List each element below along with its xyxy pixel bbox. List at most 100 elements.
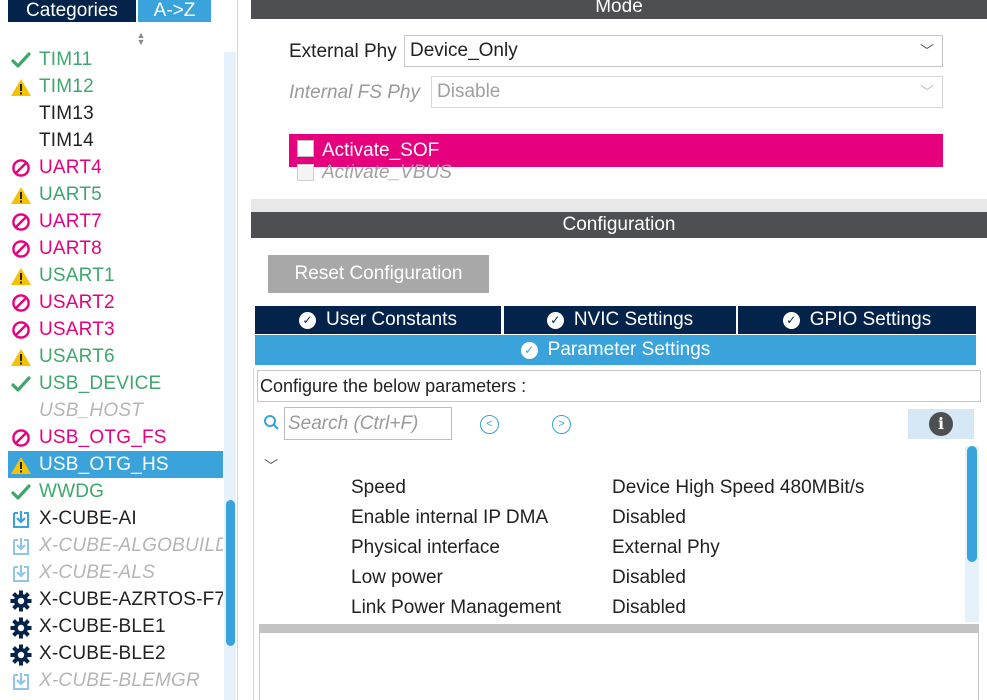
tree-item[interactable]: USB_OTG_HS bbox=[8, 451, 223, 478]
gear-icon bbox=[10, 590, 32, 612]
disabled-icon bbox=[10, 212, 32, 232]
warning-icon bbox=[10, 77, 32, 97]
chevron-down-icon: ﹀ bbox=[920, 84, 934, 100]
tree-item-label: UART4 bbox=[39, 157, 102, 178]
check-circle-icon: ✓ bbox=[520, 342, 538, 359]
tree-item-label: TIM13 bbox=[39, 103, 94, 124]
tree-item[interactable]: USB_HOST bbox=[8, 397, 223, 424]
parameter-value[interactable]: Disabled bbox=[612, 597, 686, 619]
check-circle-icon: ✓ bbox=[546, 312, 564, 329]
tab-user-constants[interactable]: ✓ User Constants bbox=[255, 306, 501, 334]
tab-gpio-settings[interactable]: ✓ GPIO Settings bbox=[738, 306, 976, 334]
tree-item[interactable]: UART8 bbox=[8, 235, 223, 262]
disabled-icon bbox=[10, 320, 32, 340]
parameter-name: Speed bbox=[351, 477, 406, 498]
tree-item[interactable]: TIM13 bbox=[8, 100, 223, 127]
tree-item-label: X-CUBE-BLEMGR bbox=[39, 670, 200, 691]
tab-parameter-settings-label: Parameter Settings bbox=[547, 339, 711, 360]
tab-nvic-settings[interactable]: ✓ NVIC Settings bbox=[504, 306, 736, 334]
component-tree-panel: Categories A->Z ▲ ▼ TIM11 TIM12 TIM13 TIM14 U… bbox=[0, 0, 238, 700]
tree-item[interactable]: X-CUBE-ALS bbox=[8, 559, 223, 586]
tree-item-label: X-CUBE-ALS bbox=[39, 562, 156, 583]
tree-item[interactable]: WWDG bbox=[8, 478, 223, 505]
software-pack-icon bbox=[10, 536, 32, 556]
tree-item[interactable]: X-CUBE-BLEMGR bbox=[8, 667, 223, 694]
tab-parameter-settings[interactable]: ✓ Parameter Settings bbox=[255, 335, 976, 365]
tree-item[interactable]: USART2 bbox=[8, 289, 223, 316]
warning-icon bbox=[10, 185, 32, 205]
tree-item[interactable]: TIM14 bbox=[8, 127, 223, 154]
tree-item-label: WWDG bbox=[39, 481, 105, 502]
parameter-scrollbar-thumb[interactable] bbox=[967, 446, 977, 562]
config-tabs: ✓ User Constants ✓ NVIC Settings ✓ GPIO Set… bbox=[255, 306, 976, 334]
description-splitter[interactable] bbox=[259, 624, 979, 633]
parameter-row[interactable]: Link Power Management Disabled bbox=[254, 594, 962, 624]
tab-nvic-settings-label: NVIC Settings bbox=[573, 309, 694, 330]
tree-item[interactable]: TIM11 bbox=[8, 46, 223, 73]
tree-item[interactable]: X-CUBE-BLE1 bbox=[8, 613, 223, 640]
tree-item-label: X-CUBE-AZRTOS-F7 bbox=[39, 589, 223, 610]
software-pack-icon bbox=[10, 509, 32, 529]
check-icon bbox=[10, 374, 32, 394]
tree-item[interactable]: USART6 bbox=[8, 343, 223, 370]
info-icon: i bbox=[929, 412, 953, 436]
parameter-description-panel bbox=[259, 633, 979, 700]
configuration-section: Reset Configuration ✓ User Constants ✓ NVI… bbox=[251, 238, 987, 700]
disabled-icon bbox=[10, 158, 32, 178]
check-icon bbox=[10, 482, 32, 502]
parameter-value[interactable]: Disabled bbox=[612, 567, 686, 589]
parameter-scrollbar[interactable] bbox=[965, 446, 979, 622]
check-circle-icon: ✓ bbox=[782, 312, 800, 329]
tab-gpio-settings-label: GPIO Settings bbox=[809, 309, 932, 330]
disabled-icon bbox=[10, 428, 32, 448]
tree-item-label: USART6 bbox=[39, 346, 115, 367]
activate-vbus-checkbox[interactable] bbox=[297, 164, 314, 181]
tree-item[interactable]: X-CUBE-BLE2 bbox=[8, 640, 223, 667]
search-input[interactable]: Search (Ctrl+F) bbox=[284, 407, 452, 440]
tree-item[interactable]: USB_OTG_FS bbox=[8, 424, 223, 451]
tree-item-label: USB_OTG_FS bbox=[39, 427, 167, 448]
parameter-row[interactable]: Enable internal IP DMA Disabled bbox=[254, 504, 962, 534]
parameter-value[interactable]: Device High Speed 480MBit/s bbox=[612, 477, 864, 499]
disabled-icon bbox=[10, 239, 32, 259]
parameter-settings-panel: Configure the below parameters : Search … bbox=[253, 368, 981, 700]
tree-item[interactable]: X-CUBE-AI bbox=[8, 505, 223, 532]
tree-item[interactable]: UART5 bbox=[8, 181, 223, 208]
disabled-icon bbox=[10, 293, 32, 313]
tree-item[interactable]: USART3 bbox=[8, 316, 223, 343]
configuration-header: Configuration bbox=[251, 212, 987, 238]
tree-scrollbar[interactable] bbox=[224, 52, 236, 700]
activate-vbus-label: Activate_VBUS bbox=[322, 162, 452, 183]
tree-item-label: X-CUBE-ALGOBUILD bbox=[39, 535, 223, 556]
activate-sof-checkbox[interactable] bbox=[297, 140, 314, 157]
parameter-row[interactable]: Low power Disabled bbox=[254, 564, 962, 594]
tree-item[interactable]: UART7 bbox=[8, 208, 223, 235]
external-phy-select[interactable]: Device_Only ﹀ bbox=[404, 35, 943, 67]
tree-scrollbar-thumb[interactable] bbox=[226, 500, 235, 646]
next-match-icon[interactable]: > bbox=[552, 415, 571, 434]
tree-item-label: TIM14 bbox=[39, 130, 94, 151]
reset-configuration-button[interactable]: Reset Configuration bbox=[268, 255, 489, 293]
parameter-value[interactable]: Disabled bbox=[612, 507, 686, 529]
tree-item[interactable]: USART1 bbox=[8, 262, 223, 289]
parameter-name: Physical interface bbox=[351, 537, 500, 558]
chevron-down-icon: ﹀ bbox=[920, 43, 934, 59]
tree-item[interactable]: UART4 bbox=[8, 154, 223, 181]
parameter-row[interactable]: Speed Device High Speed 480MBit/s bbox=[254, 474, 962, 504]
parameter-row[interactable]: Physical interface External Phy bbox=[254, 534, 962, 564]
collapse-chevron-icon[interactable]: ﹀ bbox=[264, 456, 278, 476]
previous-match-icon[interactable]: < bbox=[480, 415, 499, 434]
tab-a-to-z[interactable]: A->Z bbox=[138, 0, 211, 22]
parameter-name: Enable internal IP DMA bbox=[351, 507, 549, 528]
tree-item[interactable]: USB_DEVICE bbox=[8, 370, 223, 397]
tree-item[interactable]: X-CUBE-AZRTOS-F7 bbox=[8, 586, 223, 613]
parameter-value[interactable]: External Phy bbox=[612, 537, 720, 559]
tab-categories[interactable]: Categories bbox=[8, 0, 136, 22]
info-button[interactable]: i bbox=[908, 409, 974, 439]
tree-item-label: UART5 bbox=[39, 184, 102, 205]
internal-fs-phy-select[interactable]: Disable ﹀ bbox=[431, 76, 943, 108]
tree-item[interactable]: X-CUBE-ALGOBUILD bbox=[8, 532, 223, 559]
tree-item-label: USB_DEVICE bbox=[39, 373, 162, 394]
tree-item[interactable]: TIM12 bbox=[8, 73, 223, 100]
section-divider[interactable] bbox=[251, 199, 987, 212]
